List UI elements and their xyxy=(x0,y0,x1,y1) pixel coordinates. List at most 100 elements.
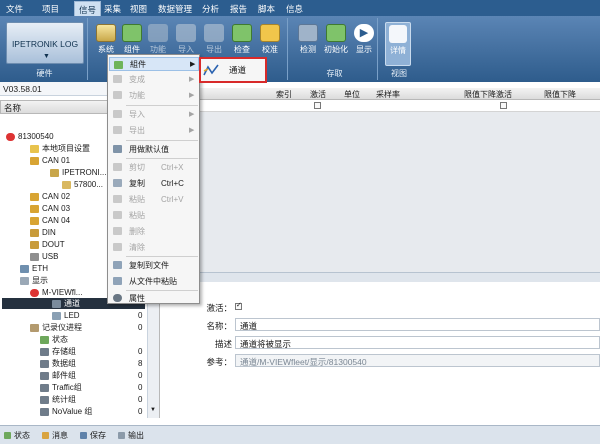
active-checkbox[interactable]: ✓ xyxy=(235,302,242,310)
tree-node-ipetronik[interactable]: IPETRONI... xyxy=(50,167,106,178)
menu-item-cut[interactable]: 剪切 Ctrl+X xyxy=(109,160,199,174)
novalue-icon xyxy=(40,407,49,416)
menu-signal[interactable]: 信号 xyxy=(74,1,102,16)
properties-panel: 激活： ✓ 名称： 通道 描述 通道将被显示 参考： 通道/M-VIEWflee… xyxy=(165,283,600,418)
tree-node-mail[interactable]: 邮件组 xyxy=(40,370,76,381)
play-icon: ▶ xyxy=(354,24,374,42)
tab-save[interactable]: 保存 xyxy=(80,430,106,441)
tab-messages[interactable]: 消息 xyxy=(42,430,68,441)
tree-node-display[interactable]: 显示 xyxy=(20,275,48,286)
limit-filter-checkbox[interactable] xyxy=(500,102,507,109)
save-group: 检测 初始化 ▶ 显示 存取 xyxy=(292,18,378,80)
col-unit[interactable]: 单位 xyxy=(344,89,360,100)
tree-node-can01[interactable]: CAN 01 xyxy=(30,155,70,166)
submenu-item-channel[interactable]: 通道 xyxy=(203,61,263,79)
menu-info[interactable]: 信息 xyxy=(286,3,303,15)
menu-item-delete[interactable]: 删除 xyxy=(109,224,199,238)
tree-node-status[interactable]: 状态 xyxy=(40,334,68,345)
menu-project[interactable]: 项目 xyxy=(42,3,59,15)
details-button[interactable]: 详情 xyxy=(385,22,411,66)
tree-node-traffic[interactable]: Traffic组 xyxy=(40,382,82,393)
col-active[interactable]: 激活 xyxy=(310,89,326,100)
menu-acquire[interactable]: 采集 xyxy=(104,3,121,15)
tree-node-can04[interactable]: CAN 04 xyxy=(30,215,70,226)
tree-node-novalue[interactable]: NoValue 组 xyxy=(40,406,92,417)
menu-item-import[interactable]: 导入 ▶ xyxy=(109,107,199,121)
convert-icon xyxy=(113,75,122,83)
import-button[interactable]: 导入 xyxy=(176,24,196,55)
tree-node-data[interactable]: 数据组 xyxy=(40,358,76,369)
menu-item-export[interactable]: 导出 ▶ xyxy=(109,123,199,137)
ref-field: 通道/M-VIEWfleet/显示/81300540 xyxy=(235,354,600,367)
tree-node-dout[interactable]: DOUT xyxy=(30,239,65,250)
col-limit-down[interactable]: 限值下降 xyxy=(544,89,576,100)
col-index[interactable]: 索引 xyxy=(276,89,292,100)
name-label: 名称： xyxy=(206,321,232,331)
show-label: 显示 xyxy=(356,45,372,54)
tree-node-logger[interactable]: 记录仪进程 xyxy=(30,322,82,333)
menu-item-properties[interactable]: 属性 xyxy=(109,291,199,305)
component-button[interactable]: 组件 xyxy=(122,24,142,55)
scroll-down-icon[interactable]: ▼ xyxy=(150,407,156,413)
menu-report[interactable]: 报告 xyxy=(230,3,247,15)
active-filter-checkbox[interactable] xyxy=(314,102,321,109)
menu-item-copy[interactable]: 复制 Ctrl+C xyxy=(109,176,199,190)
menu-item-paste-2[interactable]: 粘贴 xyxy=(109,208,199,222)
menu-view[interactable]: 视图 xyxy=(130,3,147,15)
check-button[interactable]: 检查 xyxy=(232,24,252,55)
tree-node-can03[interactable]: CAN 03 xyxy=(30,203,70,214)
tree-node-57800[interactable]: 57800... xyxy=(62,179,103,190)
tree-node-local-settings[interactable]: 本地项目设置 xyxy=(30,143,90,154)
tree-value: 0 xyxy=(138,407,143,416)
menu-script[interactable]: 脚本 xyxy=(258,3,275,15)
tree-node-mview[interactable]: M-VIEWfl... xyxy=(30,287,82,298)
menu-item-convert[interactable]: 变成 ▶ xyxy=(109,72,199,86)
device-dropdown[interactable]: IPETRONIK LOG ▼ xyxy=(6,22,84,64)
name-field[interactable]: 通道 xyxy=(235,318,600,331)
menu-item-set-default[interactable]: 用做默认值 xyxy=(109,142,199,156)
arrow-down-icon xyxy=(176,24,196,42)
desc-field[interactable]: 通道将被显示 xyxy=(235,336,600,349)
menu-file[interactable]: 文件 xyxy=(6,3,23,15)
function-button[interactable]: 功能 xyxy=(148,24,168,55)
device-icon xyxy=(62,180,71,189)
tree-node-usb[interactable]: USB xyxy=(30,251,58,262)
submenu-arrow-icon: ▶ xyxy=(189,76,195,83)
export-button[interactable]: 导出 xyxy=(204,24,224,55)
tree-value: 8 xyxy=(138,359,143,368)
col-limit-active[interactable]: 限值下降激活 xyxy=(464,89,512,100)
show-button[interactable]: ▶ 显示 xyxy=(354,24,374,55)
menubar: 文件 项目 信号 采集 视图 数据管理 分析 报告 脚本 信息 xyxy=(0,0,600,16)
menu-item-copy-to-file[interactable]: 复制到文件 xyxy=(109,258,199,272)
save-icon xyxy=(80,432,87,439)
details-label: 详情 xyxy=(390,46,406,55)
checkmark-icon: ✓ xyxy=(236,302,242,309)
tree-node-can02[interactable]: CAN 02 xyxy=(30,191,70,202)
menu-item-paste[interactable]: 粘贴 Ctrl+V xyxy=(109,192,199,206)
tree-node-storage[interactable]: 存储组 xyxy=(40,346,76,357)
verify-button[interactable]: 校准 xyxy=(260,24,280,55)
menu-datamgmt[interactable]: 数据管理 xyxy=(158,3,192,15)
menu-item-component[interactable]: 組件 ▶ xyxy=(109,57,199,71)
system-button[interactable]: 系统 xyxy=(96,24,116,55)
properties-splitter[interactable] xyxy=(200,272,600,282)
init-button[interactable]: 初始化 xyxy=(324,24,348,55)
tree-node-eth[interactable]: ETH xyxy=(20,263,48,274)
check-label: 检查 xyxy=(234,45,250,54)
menu-item-clear[interactable]: 清除 xyxy=(109,240,199,254)
detect-button[interactable]: 检测 xyxy=(298,24,318,55)
tree-node-din[interactable]: DIN xyxy=(30,227,56,238)
col-samplerate[interactable]: 采样率 xyxy=(376,89,400,100)
tab-output[interactable]: 输出 xyxy=(118,430,144,441)
paste-icon xyxy=(113,195,122,203)
chevron-down-icon: ▼ xyxy=(43,53,50,60)
menu-item-function[interactable]: 功能 ▶ xyxy=(109,88,199,102)
menu-analysis[interactable]: 分析 xyxy=(202,3,219,15)
tab-status[interactable]: 状态 xyxy=(4,430,30,441)
tree-node-led[interactable]: LED xyxy=(52,310,80,321)
copy-icon xyxy=(113,179,122,187)
tree-node-root[interactable]: 81300540 xyxy=(6,131,54,142)
menu-item-paste-from-file[interactable]: 从文件中粘贴 xyxy=(109,274,199,288)
desc-label: 描述 xyxy=(214,339,232,349)
tree-node-stats[interactable]: 统计组 xyxy=(40,394,76,405)
